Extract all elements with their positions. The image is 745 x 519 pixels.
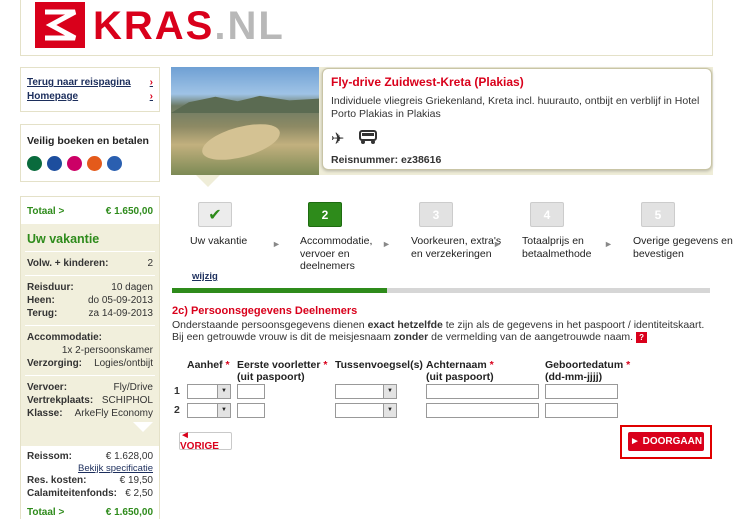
col-header-aanhef: Aanhef * [187, 359, 230, 371]
summary-value: 10 dagen [111, 282, 153, 293]
summary-value: € 1.628,00 [105, 451, 153, 462]
summary-label: Vervoer: [27, 382, 68, 393]
total-value: € 1.650,00 [105, 507, 153, 518]
step-3: 3 Voorkeuren, extra's en verzekeringen ► [411, 202, 511, 260]
step-number: 4 [530, 202, 564, 227]
checkmark-icon: ✔ [198, 202, 232, 227]
form-intro: Onderstaande persoonsgegevens dienen exa… [172, 319, 705, 343]
step-4: 4 Totaalprijs en betaalmethode ► [522, 202, 622, 260]
sidebar-nav: Terug naar reispagina › Homepage › [20, 67, 160, 112]
summary-label: Res. kosten: [27, 475, 87, 486]
view-specification-link[interactable]: Bekijk specificatie [21, 463, 159, 474]
progress-bar [172, 288, 710, 293]
secure-booking-title: Veilig boeken en betalen [27, 135, 149, 147]
booking-summary: Totaal > € 1.650,00 Uw vakantie Volw. + k… [20, 196, 160, 519]
progress-fill [172, 288, 388, 293]
summary-value: za 14-09-2013 [88, 308, 154, 319]
summary-label: Vertrekplaats: [27, 395, 94, 406]
car-icon [358, 129, 378, 150]
step-2: 2 Accommodatie, vervoer en deelnemers ► [300, 202, 400, 273]
summary-label: Volw. + kinderen: [27, 258, 109, 269]
total-value: € 1.650,00 [105, 206, 153, 217]
total-label[interactable]: Totaal > [27, 506, 64, 519]
summary-label: Terug: [27, 308, 58, 319]
chevron-down-icon: ▼ [217, 404, 230, 417]
step-number: 3 [419, 202, 453, 227]
summary-value: do 05-09-2013 [87, 295, 153, 306]
chevron-right-icon: › [149, 77, 153, 88]
booking-steps: ✔ Uw vakantie ► 2 Accommodatie, vervoer … [190, 202, 733, 292]
chevron-down-icon: ▼ [383, 404, 396, 417]
summary-value: Fly/Drive [113, 382, 153, 393]
step-number: 2 [308, 202, 342, 227]
summary-label: Reissom: [27, 451, 73, 462]
step-5: 5 Overige gegevens en bevestigen [633, 202, 733, 260]
col-header-tussenvoegsel: Tussenvoegsel(s) [335, 359, 423, 371]
voorletter-input-1[interactable] [237, 384, 265, 399]
step-separator-icon: ► [382, 239, 391, 249]
col-header-voorletter: Eerste voorletter * (uit paspoort) [237, 359, 328, 383]
secure-booking-box: Veilig boeken en betalen [20, 124, 160, 182]
summary-label: Verzorging: [27, 358, 83, 369]
trip-description: Individuele vliegreis Griekenland, Kreta… [331, 95, 700, 120]
step-number: 5 [641, 202, 675, 227]
step-separator-icon: ► [272, 239, 281, 249]
voorletter-input-2[interactable] [237, 403, 265, 418]
chevron-right-icon: › [149, 91, 153, 102]
achternaam-input-2[interactable] [426, 403, 539, 418]
summary-value: € 19,50 [119, 475, 153, 486]
sgr-icon [27, 156, 42, 171]
step-label: Overige gegevens en bevestigen [633, 235, 733, 260]
continue-button[interactable]: ► DOORGAAN [628, 432, 704, 451]
row-number: 1 [174, 385, 180, 397]
summary-label: Reisduur: [27, 282, 74, 293]
step-1[interactable]: ✔ Uw vakantie ► [190, 202, 290, 249]
aanhef-select-2[interactable]: ▼ [187, 403, 231, 418]
destination-photo [171, 67, 319, 175]
ideal-icon [67, 156, 82, 171]
edit-step-link[interactable]: wijzig [192, 271, 218, 282]
homepage-link[interactable]: Homepage › [27, 90, 153, 104]
kras-logo-text[interactable]: KRAS.NL [93, 4, 285, 48]
trip-title: Fly-drive Zuidwest-Kreta (Plakias) [331, 75, 524, 89]
row-number: 2 [174, 404, 180, 416]
col-header-geboortedatum: Geboortedatum * (dd-mm-jjjj) [545, 359, 631, 383]
chevron-down-icon: ▼ [383, 385, 396, 398]
site-header: KRAS.NL [20, 0, 713, 56]
step-separator-icon: ► [604, 239, 613, 249]
aanhef-select-1[interactable]: ▼ [187, 384, 231, 399]
plane-icon: ✈ [331, 131, 345, 148]
anvr-icon [107, 156, 122, 171]
step-separator-icon: ► [493, 239, 502, 249]
tussenvoegsel-select-2[interactable]: ▼ [335, 403, 397, 418]
summary-value: 2 [147, 258, 153, 269]
iata-icon [47, 156, 62, 171]
tussenvoegsel-select-1[interactable]: ▼ [335, 384, 397, 399]
trip-number: Reisnummer: ez38616 [331, 154, 442, 166]
help-icon[interactable]: ? [636, 331, 648, 343]
summary-value: ArkeFly Economy [74, 408, 153, 419]
calamiteitenfonds-icon [87, 156, 102, 171]
summary-label: Klasse: [27, 408, 63, 419]
geboortedatum-input-2[interactable] [545, 403, 618, 418]
achternaam-input-1[interactable] [426, 384, 539, 399]
summary-value: € 2,50 [125, 488, 153, 499]
summary-label: Heen: [27, 295, 55, 306]
chevron-down-icon: ▼ [217, 385, 230, 398]
previous-button[interactable]: ◄ VORIGE [179, 430, 232, 452]
summary-label: Calamiteitenfonds: [27, 488, 118, 499]
total-label[interactable]: Totaal > [27, 205, 64, 218]
geboortedatum-input-1[interactable] [545, 384, 618, 399]
summary-value: Logies/ontbijt [94, 358, 153, 369]
summary-label: Accommodatie: [27, 332, 103, 343]
section-title: 2c) Persoonsgegevens Deelnemers [172, 305, 358, 317]
back-to-travel-page-link[interactable]: Terug naar reispagina › [27, 76, 153, 90]
col-header-achternaam: Achternaam * (uit paspoort) [426, 359, 494, 383]
summary-value: 1x 2-persoonskamer [61, 345, 153, 356]
vacation-heading: Uw vakantie [27, 232, 100, 246]
trip-card: Fly-drive Zuidwest-Kreta (Plakias) Indiv… [322, 68, 712, 170]
kras-logo-icon[interactable] [35, 2, 85, 48]
summary-value: SCHIPHOL [101, 395, 153, 406]
